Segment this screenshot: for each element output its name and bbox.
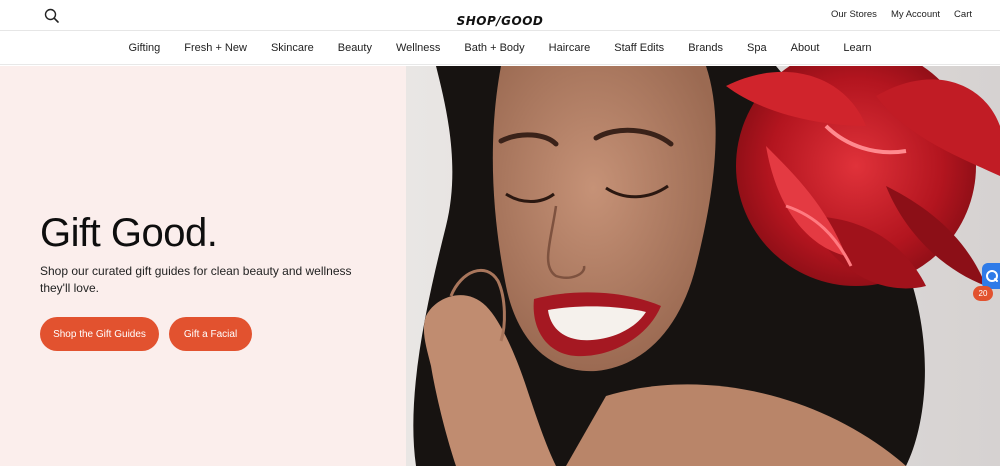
nav-item-fresh-new[interactable]: Fresh + New bbox=[184, 42, 247, 54]
site-logo[interactable]: SHOP/GOOD bbox=[440, 6, 560, 28]
nav-item-staff-edits[interactable]: Staff Edits bbox=[614, 42, 664, 54]
hero-photo-illustration bbox=[406, 66, 1000, 466]
nav-item-skincare[interactable]: Skincare bbox=[271, 42, 314, 54]
main-navigation: Gifting Fresh + New Skincare Beauty Well… bbox=[0, 32, 1000, 65]
gift-facial-button[interactable]: Gift a Facial bbox=[169, 317, 252, 351]
logo-text[interactable]: SHOP/GOOD bbox=[440, 14, 560, 28]
top-bar: SHOP/GOOD Our Stores My Account Cart bbox=[0, 0, 1000, 31]
nav-item-learn[interactable]: Learn bbox=[843, 42, 871, 54]
nav-item-about[interactable]: About bbox=[791, 42, 820, 54]
nav-item-haircare[interactable]: Haircare bbox=[549, 42, 591, 54]
nav-item-beauty[interactable]: Beauty bbox=[338, 42, 372, 54]
nav-item-wellness[interactable]: Wellness bbox=[396, 42, 440, 54]
nav-item-gifting[interactable]: Gifting bbox=[128, 42, 160, 54]
hero-title: Gift Good. bbox=[40, 211, 218, 255]
search-button[interactable] bbox=[43, 7, 61, 25]
shop-gift-guides-button[interactable]: Shop the Gift Guides bbox=[40, 317, 159, 351]
hero-text-panel: Gift Good. Shop our curated gift guides … bbox=[0, 66, 406, 466]
nav-item-bath-body[interactable]: Bath + Body bbox=[464, 42, 524, 54]
search-icon[interactable] bbox=[43, 7, 61, 25]
utility-links: Our Stores My Account Cart bbox=[831, 9, 972, 20]
hero-subtitle: Shop our curated gift guides for clean b… bbox=[40, 264, 352, 295]
chat-notification-badge[interactable]: 20 bbox=[973, 286, 993, 301]
my-account-link[interactable]: My Account bbox=[891, 9, 940, 20]
our-stores-link[interactable]: Our Stores bbox=[831, 9, 877, 20]
cart-link[interactable]: Cart bbox=[954, 9, 972, 20]
hero-image bbox=[406, 66, 1000, 466]
nav-item-brands[interactable]: Brands bbox=[688, 42, 723, 54]
nav-item-spa[interactable]: Spa bbox=[747, 42, 767, 54]
